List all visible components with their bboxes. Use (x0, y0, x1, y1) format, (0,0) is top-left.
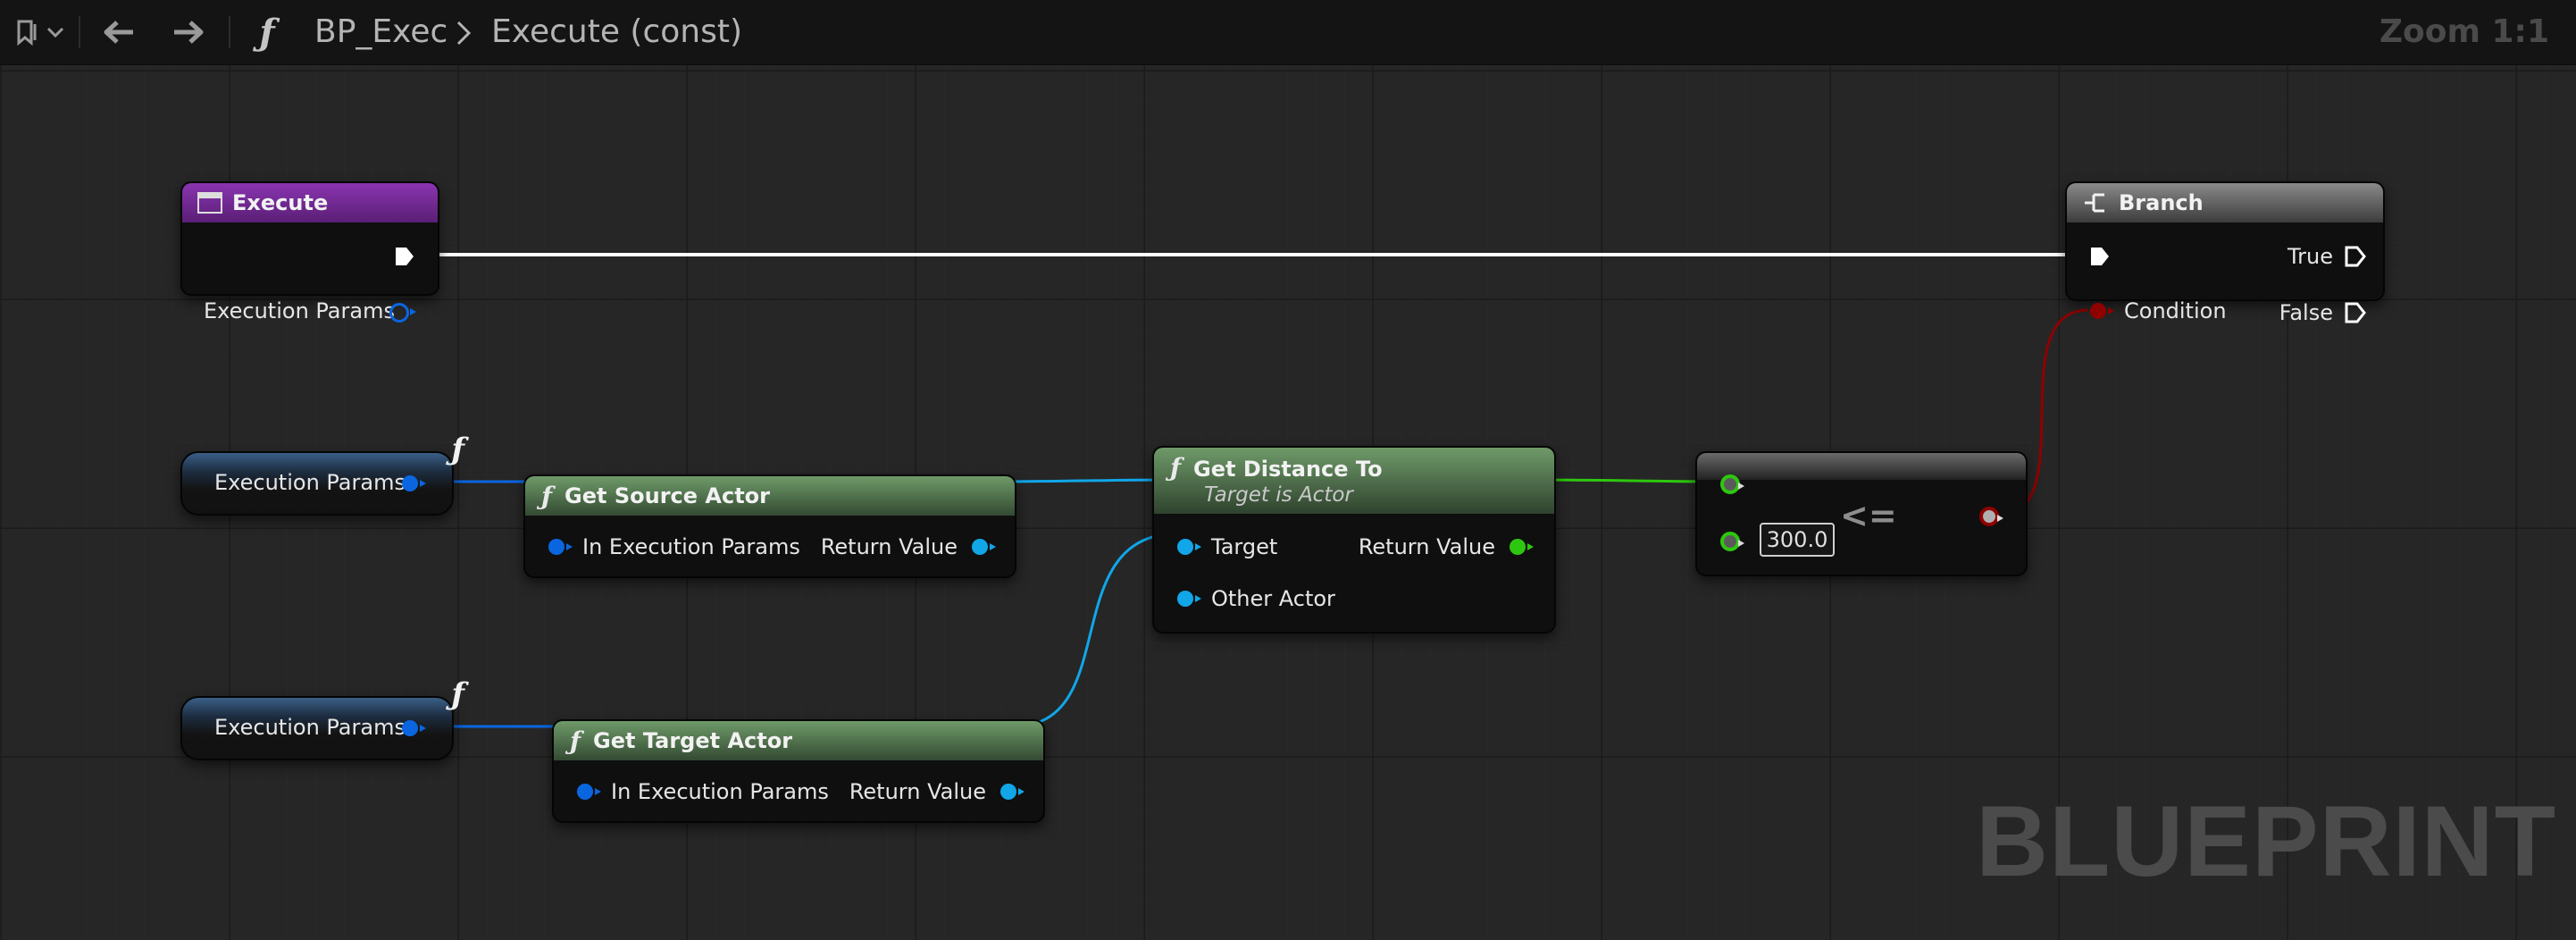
exec-input-pin[interactable] (2088, 245, 2112, 268)
node-title: Get Distance To (1193, 457, 1383, 482)
execution-params-label: Execution Params (204, 298, 395, 323)
variable-output-pin[interactable] (402, 720, 426, 736)
target-label: Target (1211, 534, 1278, 559)
back-button[interactable] (95, 13, 143, 52)
node-title: Execute (232, 190, 329, 215)
function-input-icon: ƒ (451, 676, 464, 712)
in-execution-params-pin[interactable] (548, 539, 573, 555)
blueprint-graph-canvas[interactable]: Execute Execution Params Branch True Con… (0, 65, 2576, 940)
forward-button[interactable] (164, 13, 213, 52)
execution-params-output-pin[interactable] (389, 303, 416, 323)
condition-input-pin[interactable] (2090, 303, 2114, 319)
branch-node[interactable]: Branch True Condition False (2065, 181, 2385, 325)
function-icon: ƒ (541, 481, 553, 511)
node-title: Get Source Actor (565, 483, 771, 508)
get-source-actor-node[interactable]: ƒ Get Source Actor In Execution Params R… (523, 474, 1016, 578)
forward-arrow-icon (174, 21, 204, 44)
graph-toolbar: ƒ BP_Exec Execute (const) Zoom 1:1 (0, 0, 2576, 65)
float-a-input-pin[interactable] (1720, 474, 1744, 494)
blueprint-watermark: BLUEPRINT (1976, 785, 2556, 897)
get-distance-to-node[interactable]: ƒ Get Distance To Target is Actor Target… (1152, 446, 1556, 634)
bookmark-menu-button[interactable] (9, 13, 71, 52)
condition-label: Condition (2124, 298, 2227, 323)
other-actor-input-pin[interactable] (1177, 591, 1201, 607)
breadcrumb-blueprint[interactable]: BP_Exec (314, 12, 447, 53)
function-icon: ƒ (259, 11, 275, 54)
node-header: Branch (2067, 183, 2383, 222)
execution-params-variable-node[interactable]: Execution Params ƒ (180, 676, 464, 760)
return-value-label: Return Value (849, 779, 986, 804)
return-value-pin[interactable] (1510, 539, 1534, 555)
function-icon: ƒ (570, 726, 581, 756)
in-execution-params-pin[interactable] (577, 784, 601, 800)
return-value-label: Return Value (1358, 534, 1495, 559)
function-input-icon: ƒ (451, 432, 464, 467)
node-header: ƒ Get Source Actor (525, 476, 1015, 516)
in-execution-params-label: In Execution Params (611, 779, 829, 804)
bookmark-icon (17, 20, 37, 46)
false-label: False (2279, 300, 2333, 325)
false-exec-output-pin[interactable] (2344, 301, 2367, 324)
in-execution-params-label: In Execution Params (582, 534, 800, 559)
breadcrumb-chevron-icon (456, 21, 472, 46)
toolbar-divider (229, 16, 230, 48)
variable-label: Execution Params (214, 715, 406, 740)
node-title: Get Target Actor (593, 728, 793, 753)
chevron-down-icon (46, 27, 64, 38)
exec-output-pin[interactable] (393, 245, 416, 268)
back-arrow-icon (104, 21, 133, 44)
node-title: Branch (2119, 190, 2204, 215)
target-input-pin[interactable] (1177, 539, 1201, 555)
float-b-input-pin[interactable] (1720, 532, 1744, 551)
operator-label: <= (1840, 496, 1897, 535)
float-b-value-field[interactable]: 300.0 (1760, 523, 1835, 557)
return-value-label: Return Value (820, 534, 958, 559)
node-header: Execute (182, 183, 438, 222)
true-label: True (2287, 244, 2333, 269)
node-header: ƒ Get Target Actor (554, 721, 1043, 760)
node-header (1697, 453, 2026, 480)
event-icon (197, 192, 222, 214)
return-value-pin[interactable] (972, 539, 996, 555)
execution-params-variable-node[interactable]: Execution Params ƒ (180, 432, 464, 516)
other-actor-label: Other Actor (1211, 586, 1335, 611)
return-value-pin[interactable] (1000, 784, 1025, 800)
breadcrumb-function[interactable]: Execute (const) (491, 12, 742, 53)
bool-output-pin[interactable] (1979, 507, 2003, 526)
variable-label: Execution Params (214, 470, 406, 495)
execute-event-node[interactable]: Execute Execution Params (180, 181, 439, 323)
node-subtitle: Target is Actor (1204, 483, 1353, 507)
variable-output-pin[interactable] (402, 475, 426, 491)
true-exec-output-pin[interactable] (2344, 245, 2367, 268)
zoom-level: Zoom 1:1 (2379, 13, 2549, 50)
branch-icon (2085, 193, 2104, 213)
less-equal-compare-node[interactable]: 300.0 <= (1695, 451, 2028, 576)
toolbar-divider (79, 16, 80, 48)
function-icon: ƒ (1170, 453, 1182, 483)
get-target-actor-node[interactable]: ƒ Get Target Actor In Execution Params R… (552, 719, 1045, 823)
